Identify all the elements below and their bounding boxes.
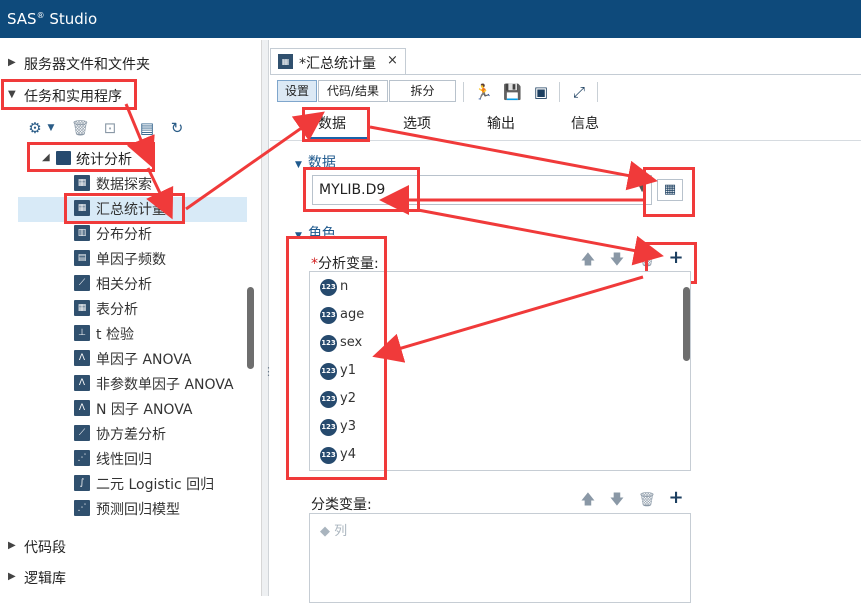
refresh-icon[interactable]: ↻ bbox=[168, 119, 186, 137]
task-icon: Λ bbox=[74, 375, 90, 391]
annotation-box-variables bbox=[286, 236, 387, 480]
caret-right-icon: ▶ bbox=[8, 540, 16, 551]
chevron-down-icon[interactable]: ▼ bbox=[42, 119, 60, 137]
task-icon: ▤ bbox=[74, 250, 90, 266]
trash-icon[interactable]: 🗑 bbox=[638, 492, 656, 508]
task-icon: ▦ bbox=[74, 175, 90, 191]
toolbar-separator bbox=[463, 82, 464, 102]
view-code-results-button[interactable]: 代码/结果 bbox=[318, 80, 388, 102]
tree-item-table-analysis[interactable]: ▦ 表分析 bbox=[74, 296, 249, 321]
task-icon: ⟋ bbox=[74, 425, 90, 441]
task-icon: ⋰ bbox=[74, 500, 90, 516]
task-icon: ⊥ bbox=[74, 325, 90, 341]
app-title: SAS® Studio bbox=[7, 10, 98, 28]
annotation-box-picker bbox=[643, 167, 695, 217]
caret-right-icon: ▶ bbox=[8, 571, 16, 582]
nav-libraries[interactable]: ▶ 逻辑库 bbox=[0, 565, 258, 591]
app-titlebar: SAS® Studio bbox=[0, 0, 861, 38]
save-icon[interactable]: 💾 bbox=[503, 83, 522, 101]
arrow-up-icon[interactable]: 🡅 bbox=[580, 492, 596, 508]
tree-item-logistic-regression[interactable]: ∫ 二元 Logistic 回归 bbox=[74, 471, 249, 496]
tree-item-t-test[interactable]: ⊥ t 检验 bbox=[74, 321, 249, 346]
plus-icon[interactable]: + bbox=[668, 489, 684, 507]
tab-information[interactable]: 信息 bbox=[571, 113, 599, 133]
tree-item-one-way-freq[interactable]: ▤ 单因子频数 bbox=[74, 246, 249, 271]
task-icon: Λ bbox=[74, 400, 90, 416]
task-icon: ▥ bbox=[74, 225, 90, 241]
nav-snippets[interactable]: ▶ 代码段 bbox=[0, 534, 258, 560]
collapse-icon: ▼ bbox=[295, 160, 302, 170]
trash-icon[interactable]: 🗑 bbox=[71, 119, 90, 137]
tab-options[interactable]: 选项 bbox=[403, 113, 431, 133]
tree-item-distribution[interactable]: ▥ 分布分析 bbox=[74, 221, 249, 246]
caret-right-icon: ▶ bbox=[8, 57, 16, 68]
list-icon[interactable]: ▤ bbox=[138, 119, 156, 137]
task-icon: Λ bbox=[74, 350, 90, 366]
view-setup-button[interactable]: 设置 bbox=[277, 80, 317, 102]
class-placeholder: ◆ 列 bbox=[320, 524, 348, 539]
tab-summary-statistics[interactable]: ▦ *汇总统计量 × bbox=[270, 48, 406, 74]
arrow-down-icon[interactable]: 🡇 bbox=[609, 252, 625, 268]
class-variables-label: 分类变量: bbox=[311, 497, 372, 513]
tree-item-predictive-regression[interactable]: ⋰ 预测回归模型 bbox=[74, 496, 249, 521]
task-icon: ⋰ bbox=[74, 450, 90, 466]
tree-item-linear-regression[interactable]: ⋰ 线性回归 bbox=[74, 446, 249, 471]
column-icon: ◆ bbox=[320, 524, 330, 539]
task-icon: ⟋ bbox=[74, 275, 90, 291]
tree-scrollbar[interactable] bbox=[247, 287, 254, 369]
toolbar-separator bbox=[559, 82, 560, 102]
annotation-box-tasks bbox=[1, 79, 137, 110]
tab-output[interactable]: 输出 bbox=[487, 113, 515, 133]
maximize-icon[interactable]: ⤢ bbox=[570, 83, 588, 101]
pane-splitter[interactable]: ⋮ bbox=[262, 40, 274, 596]
view-split-button[interactable]: 拆分 bbox=[389, 80, 456, 102]
class-variables-list[interactable]: ◆ 列 bbox=[309, 513, 691, 603]
arrow-up-icon[interactable]: 🡅 bbox=[580, 252, 596, 268]
tree-item-ancova[interactable]: ⟋ 协方差分析 bbox=[74, 421, 249, 446]
properties-icon[interactable]: ⊡ bbox=[101, 119, 119, 137]
task-icon: ▦ bbox=[74, 300, 90, 316]
annotation-box-dataset bbox=[303, 167, 420, 212]
variables-scrollbar[interactable] bbox=[683, 287, 690, 361]
arrow-down-icon[interactable]: 🡇 bbox=[609, 492, 625, 508]
toolbar-separator bbox=[597, 82, 598, 102]
annotation-box-data-tab bbox=[302, 107, 370, 142]
task-icon: ▦ bbox=[278, 54, 293, 69]
tab-divider bbox=[270, 74, 861, 75]
run-icon[interactable]: 🏃 bbox=[474, 83, 493, 101]
tree-item-one-way-anova[interactable]: Λ 单因子 ANOVA bbox=[74, 346, 249, 371]
task-icon: ∫ bbox=[74, 475, 90, 491]
annotation-box-folder bbox=[27, 142, 155, 172]
tree-item-nonparam-anova[interactable]: Λ 非参数单因子 ANOVA bbox=[74, 371, 249, 396]
close-icon[interactable]: × bbox=[387, 53, 398, 68]
tree-item-correlation[interactable]: ⟋ 相关分析 bbox=[74, 271, 249, 296]
nav-server-files[interactable]: ▶ 服务器文件和文件夹 bbox=[0, 51, 258, 77]
save-as-icon[interactable]: ▣ bbox=[532, 83, 550, 101]
annotation-box-summary bbox=[64, 193, 185, 224]
tree-item-n-way-anova[interactable]: ΛN 因子 ANOVA bbox=[74, 396, 249, 421]
